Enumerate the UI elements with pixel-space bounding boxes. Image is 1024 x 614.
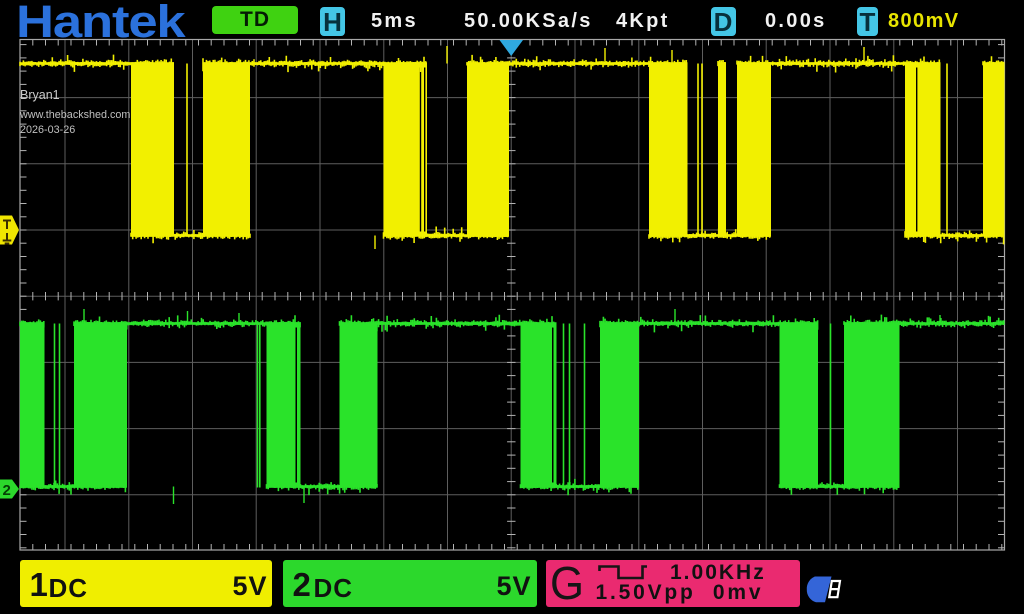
- svg-text:2: 2: [3, 482, 11, 499]
